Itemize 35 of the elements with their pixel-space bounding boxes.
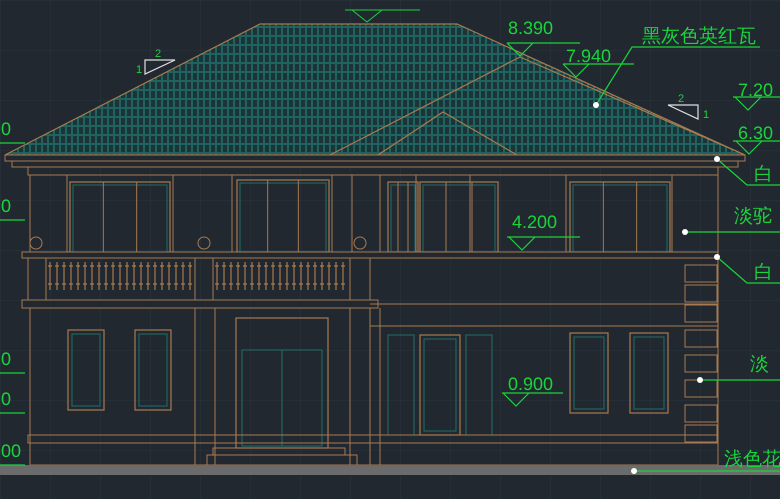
- material-note: 白: [754, 164, 773, 185]
- elevation-label: 4.200: [512, 212, 558, 232]
- material-note: 淡: [750, 354, 769, 375]
- elevation-label: 7.20: [738, 80, 774, 100]
- leader-dot-icon: [682, 229, 688, 235]
- elevation-label: 0.900: [508, 374, 554, 394]
- leader-dot-icon: [593, 102, 599, 108]
- elevation-label: 6.30: [738, 123, 774, 143]
- elevation-label: 0: [1, 196, 12, 216]
- slope-triangle-icon: [144, 59, 176, 75]
- elevation-label: 0: [1, 119, 12, 139]
- elevation-label: 0: [1, 349, 12, 369]
- elevation-marker-icon: [562, 63, 635, 78]
- leader-dot-icon: [631, 468, 637, 474]
- slope-run-label: 2: [678, 93, 684, 105]
- elevation-label: 8.390: [508, 18, 554, 38]
- leader-dot-icon: [714, 156, 720, 162]
- elevation-label: 00: [1, 441, 22, 461]
- slope-rise-label: 1: [703, 109, 710, 121]
- elevation-marker-icon: [501, 392, 564, 407]
- elevation-label: 0: [1, 389, 12, 409]
- elevation-marker-icon: [732, 140, 780, 155]
- elevation-marker-icon: [506, 236, 581, 251]
- slope-triangle-icon: [667, 104, 699, 120]
- slope-run-label: 2: [155, 48, 162, 60]
- material-note: 黑灰色英红瓦: [642, 26, 756, 47]
- elevation-label: 7.940: [566, 46, 612, 66]
- material-note: 淡驼: [734, 206, 772, 227]
- leader-line: [716, 256, 780, 284]
- slope-rise-label: 1: [136, 64, 142, 76]
- leader-dot-icon: [697, 377, 703, 383]
- elevation-marker-icon: [732, 96, 780, 111]
- leader-line: [716, 158, 780, 186]
- leader-dot-icon: [714, 254, 720, 260]
- material-note: 白: [754, 262, 773, 283]
